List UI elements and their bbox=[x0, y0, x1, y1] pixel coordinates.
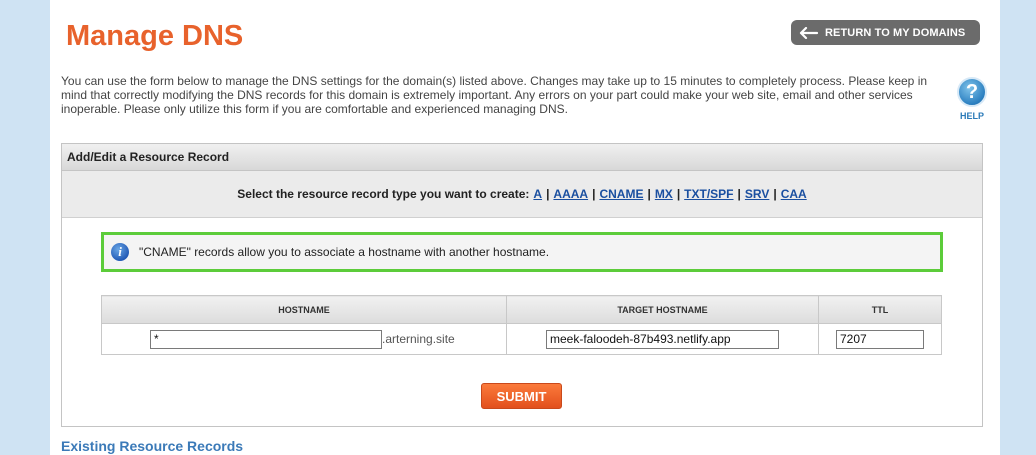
separator: | bbox=[592, 187, 596, 201]
domain-suffix: .arterning.site bbox=[382, 332, 455, 346]
help-link[interactable]: ? HELP bbox=[954, 77, 990, 121]
info-icon: i bbox=[111, 243, 129, 261]
record-type-aaaa-link[interactable]: AAAA bbox=[553, 187, 588, 201]
separator: | bbox=[546, 187, 550, 201]
target-hostname-cell bbox=[506, 323, 819, 355]
info-text: "CNAME" records allow you to associate a… bbox=[139, 245, 550, 259]
return-to-domains-button[interactable]: RETURN TO MY DOMAINS bbox=[791, 20, 980, 45]
ttl-column-header: TTL bbox=[818, 295, 942, 324]
record-type-caa-link[interactable]: CAA bbox=[781, 187, 807, 201]
separator: | bbox=[647, 187, 651, 201]
ttl-cell bbox=[818, 323, 942, 355]
record-type-cname-link[interactable]: CNAME bbox=[599, 187, 643, 201]
panel-title: Add/Edit a Resource Record bbox=[62, 144, 982, 171]
hostname-column-header: HOSTNAME bbox=[101, 295, 507, 324]
record-table: HOSTNAME TARGET HOSTNAME TTL .arterning.… bbox=[101, 295, 942, 355]
help-label: HELP bbox=[959, 111, 984, 121]
separator: | bbox=[737, 187, 741, 201]
record-type-a-link[interactable]: A bbox=[533, 187, 542, 201]
intro-text: You can use the form below to manage the… bbox=[61, 74, 928, 116]
cname-info-box: i "CNAME" records allow you to associate… bbox=[101, 232, 943, 272]
return-button-label: RETURN TO MY DOMAINS bbox=[825, 26, 966, 39]
record-type-prompt: Select the resource record type you want… bbox=[237, 187, 530, 201]
table-header-row: HOSTNAME TARGET HOSTNAME TTL bbox=[101, 295, 942, 324]
submit-button[interactable]: SUBMIT bbox=[481, 383, 562, 409]
ttl-input[interactable] bbox=[836, 329, 924, 349]
target-hostname-column-header: TARGET HOSTNAME bbox=[506, 295, 819, 324]
hostname-cell: .arterning.site bbox=[101, 323, 507, 355]
separator: | bbox=[676, 187, 681, 201]
record-type-selector: Select the resource record type you want… bbox=[62, 171, 982, 218]
record-type-srv-link[interactable]: SRV bbox=[745, 187, 769, 201]
separator: | bbox=[773, 187, 777, 201]
record-type-mx-link[interactable]: MX bbox=[655, 187, 673, 201]
question-icon: ? bbox=[957, 77, 987, 107]
table-row: .arterning.site bbox=[101, 323, 942, 355]
page-title: Manage DNS bbox=[66, 20, 244, 52]
hostname-input[interactable] bbox=[150, 329, 382, 349]
existing-records-heading[interactable]: Existing Resource Records bbox=[61, 438, 243, 454]
page: Manage DNS RETURN TO MY DOMAINS You can … bbox=[50, 0, 1000, 455]
record-type-txt-spf-link[interactable]: TXT/SPF bbox=[684, 187, 733, 201]
resource-record-panel: Add/Edit a Resource Record Select the re… bbox=[61, 143, 983, 427]
target-hostname-input[interactable] bbox=[546, 329, 779, 349]
arrow-left-icon bbox=[799, 26, 819, 39]
